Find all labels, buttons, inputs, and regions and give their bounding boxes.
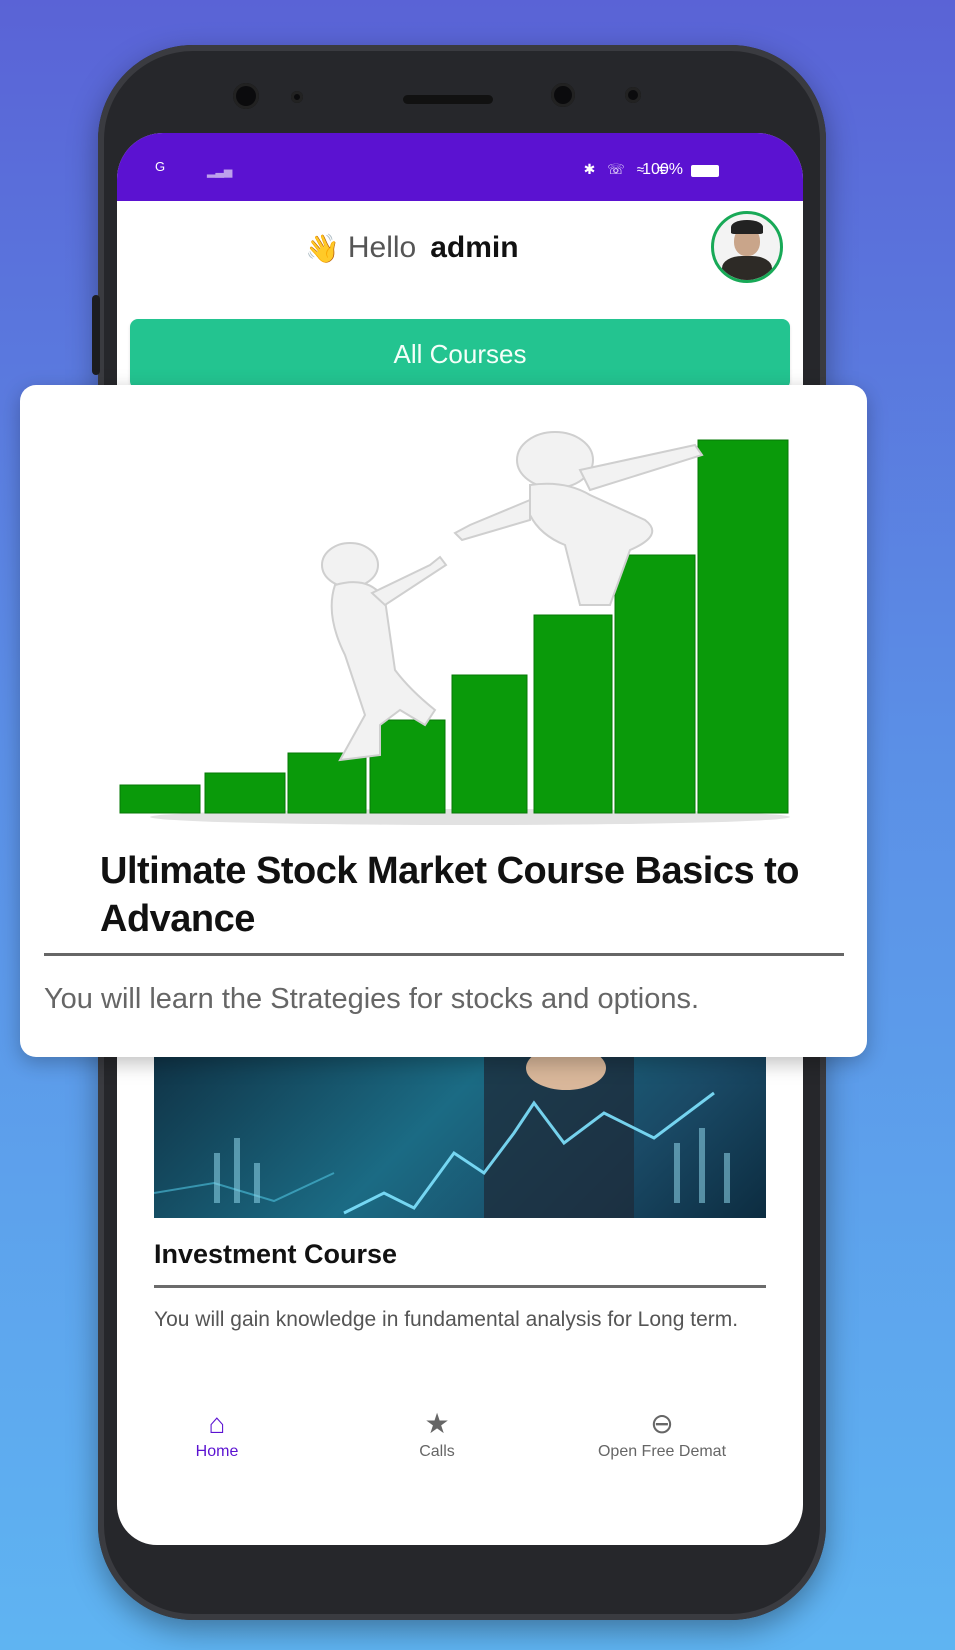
featured-course-description: You will learn the Strategies for stocks… <box>44 983 700 1015</box>
nav-demat-label: Open Free Demat <box>597 1443 727 1460</box>
investment-course-description: You will gain knowledge in fundamental a… <box>154 1308 739 1331</box>
nav-home-label: Home <box>195 1443 239 1460</box>
app-header: 👋 Hello admin <box>117 201 803 301</box>
featured-course-image <box>110 425 800 825</box>
earpiece-speaker <box>403 95 493 104</box>
all-courses-button[interactable]: All Courses <box>130 319 790 389</box>
front-camera <box>233 83 259 109</box>
sensor <box>291 91 303 103</box>
status-bar: G ▂▃▅ ✱ ☏ ≈ ᯤ 100% <box>117 133 803 201</box>
nav-calls-label: Calls <box>419 1443 455 1460</box>
investment-course-image <box>154 1043 766 1218</box>
bottom-navigation: ⌂ Home ★ Calls ⊖ Open Free Demat <box>117 1393 803 1485</box>
greeting-text: Hello <box>347 231 417 264</box>
battery-percent: 100% <box>642 161 683 178</box>
volume-button <box>92 295 100 375</box>
featured-course-title: Ultimate Stock Market Course Basics to A… <box>100 850 800 940</box>
light-sensor <box>625 87 641 103</box>
course-card-featured[interactable]: Ultimate Stock Market Course Basics to A… <box>20 385 867 1057</box>
username: admin <box>430 231 519 264</box>
divider <box>154 1285 766 1288</box>
signal-bars-icon: ▂▃▅ <box>207 166 233 178</box>
link-icon: ⊖ <box>650 1408 674 1439</box>
nav-calls[interactable]: ★ Calls <box>347 1405 527 1461</box>
course-card-investment[interactable]: Investment Course You will gain knowledg… <box>137 1043 783 1403</box>
signal-icon: G <box>155 159 167 174</box>
avatar[interactable] <box>711 211 783 283</box>
battery-icon <box>691 165 719 177</box>
investment-course-title: Investment Course <box>154 1239 398 1269</box>
greeting: 👋 Hello admin <box>305 231 519 265</box>
avatar-hair <box>731 220 763 234</box>
star-icon: ★ <box>424 1408 450 1439</box>
nav-home[interactable]: ⌂ Home <box>127 1405 307 1461</box>
avatar-body <box>722 256 772 280</box>
wave-hand-icon: 👋 <box>305 232 340 264</box>
nav-open-free-demat[interactable]: ⊖ Open Free Demat <box>572 1405 752 1461</box>
home-icon: ⌂ <box>208 1408 226 1439</box>
divider <box>44 953 844 956</box>
proximity-sensor <box>551 83 575 107</box>
